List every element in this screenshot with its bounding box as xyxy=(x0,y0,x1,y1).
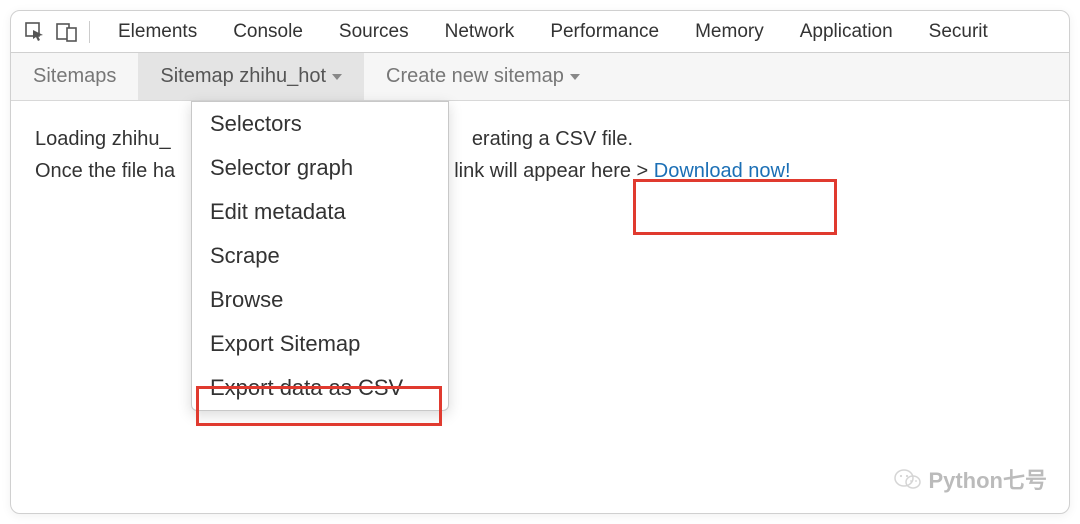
ext-tab-label: Sitemaps xyxy=(33,65,116,88)
tab-label: Network xyxy=(445,21,515,43)
menu-item-export-sitemap[interactable]: Export Sitemap xyxy=(192,322,448,366)
sitemap-dropdown: Selectors Selector graph Edit metadata S… xyxy=(191,101,449,411)
tab-label: Console xyxy=(233,21,303,43)
ext-tab-sitemap-current[interactable]: Sitemap zhihu_hot xyxy=(138,53,364,100)
menu-item-selectors[interactable]: Selectors xyxy=(192,102,448,146)
tab-network[interactable]: Network xyxy=(427,11,533,52)
menu-item-browse[interactable]: Browse xyxy=(192,278,448,322)
text-fragment: Once the file ha xyxy=(35,160,175,182)
text-fragment: link will appear here > xyxy=(454,160,648,182)
text-fragment: erating a CSV file. xyxy=(472,128,633,150)
tab-performance[interactable]: Performance xyxy=(532,11,677,52)
text-fragment: Loading zhihu_ xyxy=(35,128,171,150)
tab-label: Elements xyxy=(118,21,197,43)
watermark-text: Python七号 xyxy=(928,463,1047,495)
menu-item-label: Selector graph xyxy=(210,155,353,180)
tab-memory[interactable]: Memory xyxy=(677,11,782,52)
menu-item-export-csv[interactable]: Export data as CSV xyxy=(192,366,448,410)
caret-down-icon xyxy=(332,74,342,80)
menu-item-label: Selectors xyxy=(210,111,302,136)
tab-elements[interactable]: Elements xyxy=(100,11,215,52)
menu-item-label: Edit metadata xyxy=(210,199,346,224)
inspect-icon[interactable] xyxy=(19,22,51,42)
tab-console[interactable]: Console xyxy=(215,11,321,52)
status-line-1: Loading zhihu_ erating a CSV file. xyxy=(35,123,1045,155)
watermark: Python七号 xyxy=(894,463,1047,495)
download-link[interactable]: Download now! xyxy=(654,160,791,182)
menu-item-label: Export data as CSV xyxy=(210,375,403,400)
device-toggle-icon[interactable] xyxy=(51,22,83,42)
divider xyxy=(89,21,90,43)
tab-application[interactable]: Application xyxy=(782,11,911,52)
tab-label: Performance xyxy=(550,21,659,43)
tab-label: Application xyxy=(800,21,893,43)
ext-tab-create[interactable]: Create new sitemap xyxy=(364,53,602,100)
menu-item-label: Scrape xyxy=(210,243,280,268)
tab-label: Sources xyxy=(339,21,409,43)
menu-item-edit-metadata[interactable]: Edit metadata xyxy=(192,190,448,234)
menu-item-selector-graph[interactable]: Selector graph xyxy=(192,146,448,190)
devtools-tabbar: Elements Console Sources Network Perform… xyxy=(11,11,1069,53)
menu-item-label: Export Sitemap xyxy=(210,331,360,356)
tab-label: Memory xyxy=(695,21,764,43)
ext-tab-label: Sitemap zhihu_hot xyxy=(160,65,326,88)
caret-down-icon xyxy=(570,74,580,80)
wechat-icon xyxy=(894,467,922,491)
tab-sources[interactable]: Sources xyxy=(321,11,427,52)
tab-security[interactable]: Securit xyxy=(911,11,1006,52)
devtools-panel: Elements Console Sources Network Perform… xyxy=(10,10,1070,514)
tab-label: Securit xyxy=(929,21,988,43)
ext-tab-label: Create new sitemap xyxy=(386,65,564,88)
content-area: Loading zhihu_ erating a CSV file. Once … xyxy=(11,101,1069,209)
status-line-2: Once the file ha link will appear here >… xyxy=(35,155,1045,187)
menu-item-scrape[interactable]: Scrape xyxy=(192,234,448,278)
menu-item-label: Browse xyxy=(210,287,283,312)
extension-bar: Sitemaps Sitemap zhihu_hot Create new si… xyxy=(11,53,1069,101)
ext-tab-sitemaps[interactable]: Sitemaps xyxy=(11,53,138,100)
